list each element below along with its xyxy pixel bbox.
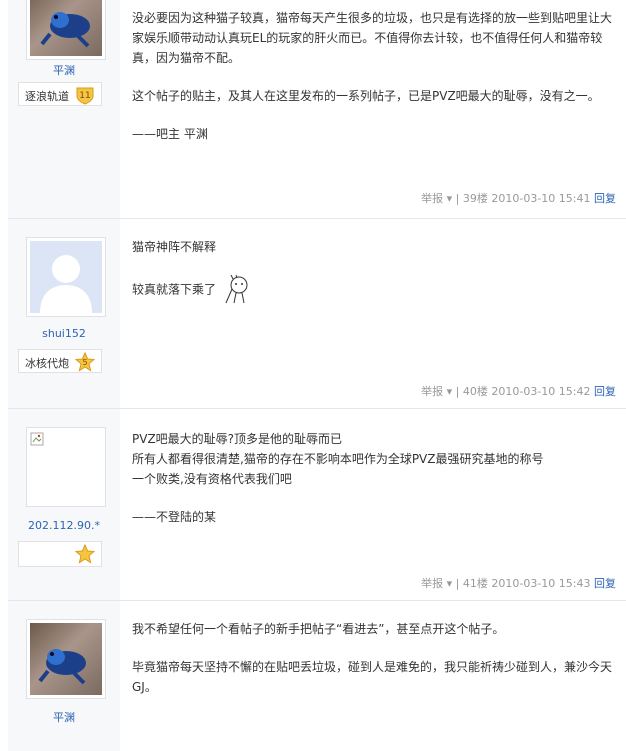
user-sidebar: 平渊 bbox=[8, 601, 120, 751]
reply-link[interactable]: 回复 bbox=[594, 577, 616, 590]
post-line: ——吧主 平渊 bbox=[132, 127, 208, 141]
user-sidebar: 202.112.90.* bbox=[8, 409, 120, 601]
post-content: 没必要因为这种猫子较真，猫帝每天产生很多的垃圾，也只是有选择的放一些到贴吧里让大… bbox=[132, 8, 616, 144]
post-line: 一个败类,没有资格代表我们吧 bbox=[132, 472, 292, 486]
dropdown-caret-icon[interactable]: ▾ bbox=[447, 192, 453, 205]
post-line: 猫帝神阵不解释 bbox=[132, 240, 217, 254]
reply-link[interactable]: 回复 bbox=[594, 385, 616, 398]
username[interactable]: shui152 bbox=[8, 327, 120, 340]
username[interactable]: 202.112.90.* bbox=[8, 519, 120, 532]
star-icon bbox=[75, 544, 95, 564]
username[interactable]: 平渊 bbox=[8, 62, 120, 78]
post-line: PVZ吧最大的耻辱?顶多是他的耻辱而已 bbox=[132, 432, 343, 446]
post-meta: 举报 ▾ | 39楼 2010-03-10 15:41 回复 bbox=[421, 192, 616, 205]
level-number: 11 bbox=[79, 91, 90, 101]
level-shield-icon: 11 bbox=[76, 87, 94, 105]
avatar[interactable] bbox=[26, 619, 106, 699]
post-time: 2010-03-10 15:42 bbox=[491, 385, 591, 398]
avatar[interactable] bbox=[26, 0, 106, 60]
level-star-icon: 5 bbox=[75, 352, 95, 372]
post-40: shui152 冰核代炮 5 猫帝神阵不解释 较真就落下乘了 举报 ▾ | 40… bbox=[8, 218, 626, 409]
badge-name: 逐浪轨道 bbox=[25, 90, 69, 103]
report-link[interactable]: 举报 bbox=[421, 577, 443, 590]
dropdown-caret-icon[interactable]: ▾ bbox=[447, 577, 453, 590]
report-link[interactable]: 举报 bbox=[421, 385, 443, 398]
avatar[interactable] bbox=[26, 237, 106, 317]
default-avatar-icon bbox=[40, 255, 92, 313]
post-line: 没必要因为这种猫子较真，猫帝每天产生很多的垃圾，也只是有选择的放一些到贴吧里让大… bbox=[132, 11, 613, 65]
post-line: 我不希望任何一个看帖子的新手把帖子“看进去”，甚至点开这个帖子。 bbox=[132, 622, 505, 636]
floor-number: 41楼 bbox=[462, 577, 488, 590]
post-meta: 举报 ▾ | 40楼 2010-03-10 15:42 回复 bbox=[421, 385, 616, 398]
post-line: ——不登陆的某 bbox=[132, 510, 217, 524]
badge-name: 冰核代炮 bbox=[25, 357, 69, 370]
member-badge[interactable]: 逐浪轨道 11 bbox=[18, 82, 102, 106]
floor-number: 40楼 bbox=[462, 385, 488, 398]
floor-number: 39楼 bbox=[462, 192, 488, 205]
post-line: 较真就落下乘了 bbox=[132, 274, 616, 305]
dropdown-caret-icon[interactable]: ▾ bbox=[447, 385, 453, 398]
broken-image-icon bbox=[30, 432, 44, 446]
post-line-text: 较真就落下乘了 bbox=[132, 282, 217, 297]
post-time: 2010-03-10 15:43 bbox=[491, 577, 591, 590]
post-line: 这个帖子的贴主，及其人在这里发布的一系列帖子，已是PVZ吧最大的耻辱，没有之一。 bbox=[132, 89, 600, 103]
user-sidebar: shui152 冰核代炮 5 bbox=[8, 219, 120, 409]
avatar[interactable] bbox=[26, 427, 106, 507]
post-line: 毕竟猫帝每天坚持不懈的在贴吧丢垃圾，碰到人是难免的，我只能祈祷少碰到人，兼沙今天… bbox=[132, 660, 613, 694]
member-badge[interactable]: 冰核代炮 5 bbox=[18, 349, 102, 373]
member-badge[interactable] bbox=[18, 541, 102, 567]
post-meta: 举报 ▾ | 41楼 2010-03-10 15:43 回复 bbox=[421, 577, 616, 590]
post-41: 202.112.90.* PVZ吧最大的耻辱?顶多是他的耻辱而已 所有人都看得很… bbox=[8, 408, 626, 601]
post-content: PVZ吧最大的耻辱?顶多是他的耻辱而已 所有人都看得很清楚,猫帝的存在不影响本吧… bbox=[132, 429, 616, 527]
user-sidebar: 平渊 逐浪轨道 11 bbox=[8, 0, 120, 218]
username[interactable]: 平渊 bbox=[8, 709, 120, 725]
post-content: 我不希望任何一个看帖子的新手把帖子“看进去”，甚至点开这个帖子。 毕竟猫帝每天坚… bbox=[132, 619, 616, 697]
post-39: 平渊 逐浪轨道 11 没必要因为这种猫子较真，猫帝每天产生很多的垃圾，也只是有选… bbox=[8, 0, 626, 218]
report-link[interactable]: 举报 bbox=[421, 192, 443, 205]
post-content: 猫帝神阵不解释 较真就落下乘了 bbox=[132, 237, 616, 305]
post-line: 所有人都看得很清楚,猫帝的存在不影响本吧作为全球PVZ最强研究基地的称号 bbox=[132, 452, 544, 466]
emoticon-icon bbox=[225, 274, 248, 304]
frog-avatar-icon bbox=[40, 12, 90, 48]
reply-link[interactable]: 回复 bbox=[594, 192, 616, 205]
post-time: 2010-03-10 15:41 bbox=[491, 192, 591, 205]
frog-avatar-icon bbox=[38, 649, 86, 685]
level-number: 5 bbox=[82, 358, 87, 367]
post-42: 平渊 我不希望任何一个看帖子的新手把帖子“看进去”，甚至点开这个帖子。 毕竟猫帝… bbox=[8, 600, 626, 751]
